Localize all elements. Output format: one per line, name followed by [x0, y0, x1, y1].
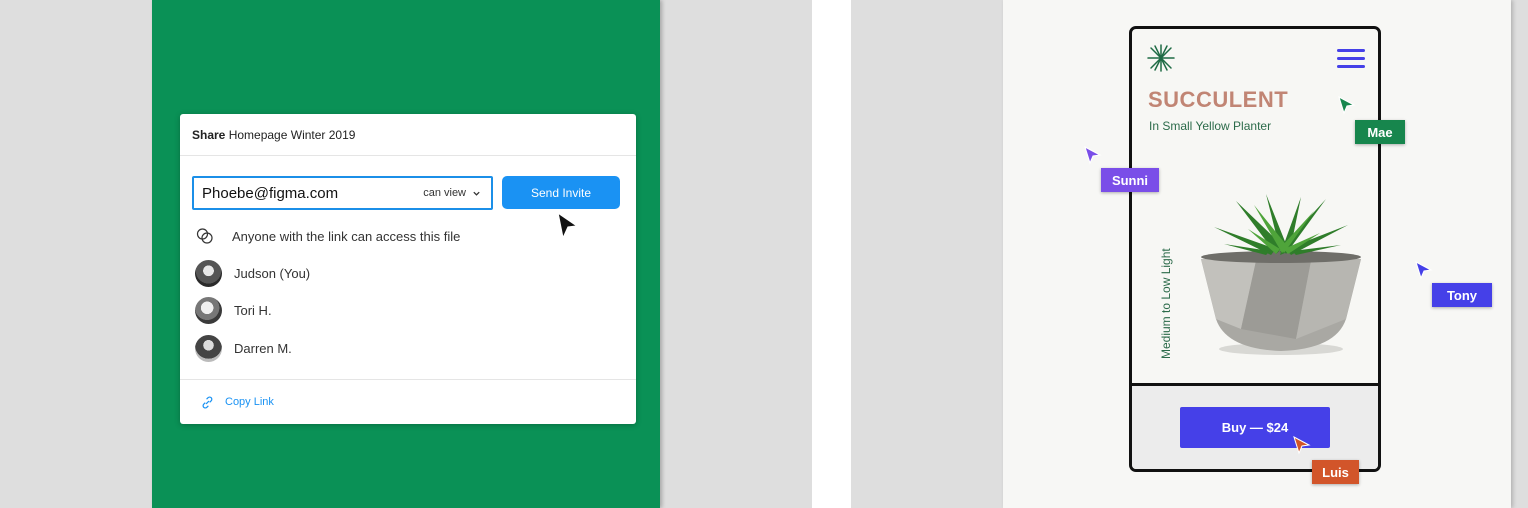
link-access-text: Anyone with the link can access this fil… [232, 228, 461, 244]
collaborator-name: Mae [1367, 124, 1393, 140]
chevron-down-icon [473, 191, 480, 196]
mae-cursor-icon [1338, 96, 1356, 115]
mobile-mockup: SUCCULENT In Small Yellow Planter Medium… [1129, 26, 1381, 472]
person-name: Tori H. [234, 303, 272, 318]
mae-tag: Mae [1355, 120, 1405, 144]
dialog-header: Share Homepage Winter 2019 [180, 114, 636, 156]
hamburger-menu-icon[interactable] [1336, 47, 1366, 71]
link-access-icon [196, 228, 213, 244]
luis-tag: Luis [1312, 460, 1359, 484]
permission-select[interactable]: can view [423, 187, 481, 199]
tony-cursor-icon [1415, 261, 1433, 280]
collaborator-name: Luis [1322, 464, 1349, 480]
permission-label: can view [423, 187, 466, 199]
luis-cursor-icon [1293, 436, 1311, 455]
sunni-tag: Sunni [1101, 168, 1159, 192]
person-row: Tori H. [195, 297, 272, 324]
person-name: Judson (You) [234, 266, 311, 281]
link-icon [202, 396, 213, 408]
avatar [195, 260, 222, 287]
collaborator-name: Sunni [1111, 172, 1149, 188]
send-invite-button[interactable]: Send Invite [502, 176, 620, 209]
mouse-cursor-icon [557, 211, 579, 240]
file-name: Homepage Winter 2019 [228, 128, 356, 142]
collaborator-name: Tony [1446, 287, 1478, 303]
email-value[interactable]: Phoebe@figma.com [202, 185, 423, 202]
left-canvas: Share Homepage Winter 2019 Phoebe@figma.… [0, 0, 812, 508]
avatar [195, 297, 222, 324]
copy-link-label: Copy Link [225, 396, 274, 408]
succulent-image [1201, 194, 1361, 355]
purchase-bar: Buy — $24 [1132, 383, 1378, 469]
person-row: Judson (You) [195, 260, 310, 287]
email-field[interactable]: Phoebe@figma.com can view [192, 176, 493, 210]
light-requirement: Medium to Low Light [1159, 248, 1173, 359]
person-row: Darren M. [195, 335, 292, 362]
share-dialog: Share Homepage Winter 2019 Phoebe@figma.… [180, 114, 636, 424]
share-label: Share [192, 128, 226, 142]
link-access-row[interactable]: Anyone with the link can access this fil… [195, 226, 460, 246]
sunni-cursor-icon [1084, 146, 1102, 165]
product-subtitle: In Small Yellow Planter [1149, 119, 1272, 133]
copy-link-button[interactable]: Copy Link [180, 379, 636, 424]
person-name: Darren M. [234, 341, 292, 356]
tony-tag: Tony [1432, 283, 1492, 307]
right-canvas: SUCCULENT In Small Yellow Planter Medium… [851, 0, 1528, 508]
avatar [195, 335, 222, 362]
product-title: SUCCULENT [1148, 87, 1289, 112]
star-logo-icon [1147, 44, 1175, 72]
